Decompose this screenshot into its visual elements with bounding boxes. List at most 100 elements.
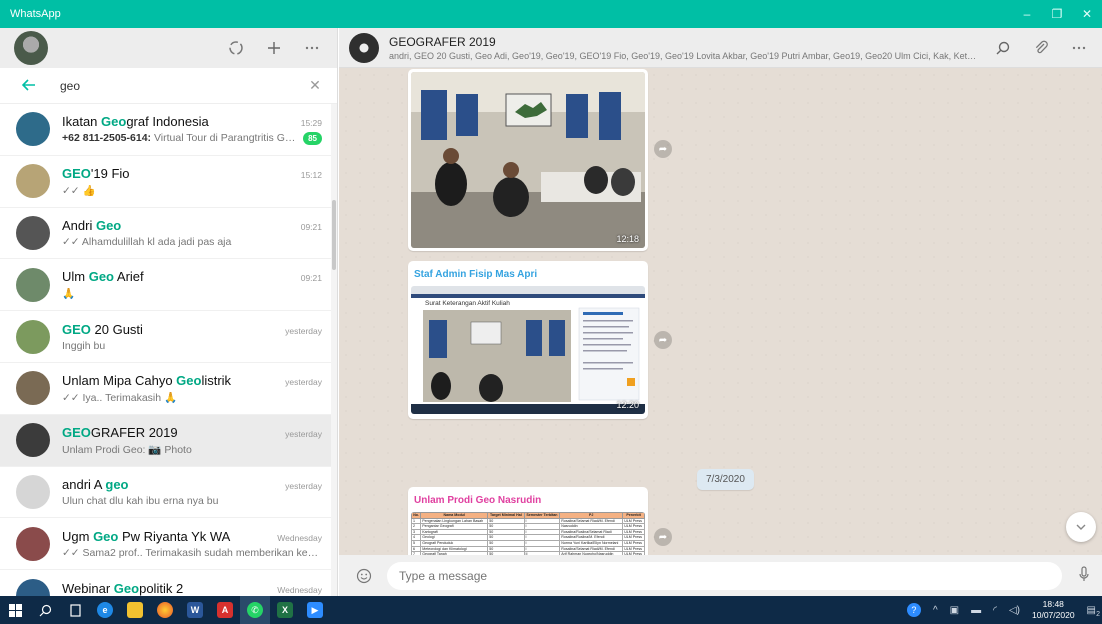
restore-button[interactable]: ❐: [1042, 0, 1072, 28]
chat-list-item[interactable]: Ikatan Geograf Indonesia 15:29 +62 811-2…: [0, 104, 332, 156]
chat-time: Wednesday: [277, 584, 322, 595]
chat-list: Ikatan Geograf Indonesia 15:29 +62 811-2…: [0, 104, 332, 596]
chat-avatar[interactable]: [16, 319, 50, 354]
chat-avatar[interactable]: [16, 526, 50, 561]
search-input[interactable]: [52, 78, 305, 93]
image-message[interactable]: Staf Admin Fisip Mas Apri Surat Keterang…: [408, 261, 648, 419]
notification-icon[interactable]: ▤ 2: [1081, 605, 1102, 618]
message-photo[interactable]: Surat Keterangan Aktif Kuliah 12:20: [411, 286, 645, 414]
chat-avatar[interactable]: [16, 371, 50, 406]
paperclip-icon[interactable]: [1026, 33, 1056, 63]
chat-name: Andri Geo: [62, 217, 122, 233]
chat-meta: Webinar Geopolitik 2 Wednesday +62 853-4…: [62, 581, 332, 596]
chat-meta: GEOGRAFER 2019 yesterday Unlam Prodi Geo…: [62, 425, 332, 456]
chat-list-item[interactable]: Webinar Geopolitik 2 Wednesday +62 853-4…: [0, 570, 332, 596]
chat-preview: ✓✓ Sama2 prof.. Terimakasih sudah member…: [62, 546, 322, 559]
chat-time: yesterday: [285, 376, 322, 387]
word-icon[interactable]: W: [180, 596, 210, 624]
help-icon[interactable]: ?: [901, 603, 927, 617]
minimize-button[interactable]: –: [1012, 0, 1042, 28]
chat-avatar[interactable]: [16, 578, 50, 596]
group-info[interactable]: GEOGRAFER 2019 andri, GEO 20 Gusti, Geo …: [389, 35, 980, 61]
wifi-icon[interactable]: ◜: [987, 605, 1003, 616]
close-button[interactable]: ✕: [1072, 0, 1102, 28]
chat-avatar[interactable]: [16, 267, 50, 302]
conversation-header[interactable]: GEOGRAFER 2019 andri, GEO 20 Gusti, Geo …: [339, 28, 1102, 68]
edge-icon[interactable]: e: [90, 596, 120, 624]
chat-avatar[interactable]: [16, 474, 50, 509]
forward-icon[interactable]: ➦: [654, 331, 672, 349]
chat-list-item[interactable]: andri A geo yesterday Ulun chat dlu kah …: [0, 467, 332, 519]
microphone-icon[interactable]: [1074, 566, 1094, 585]
chevron-up-icon[interactable]: ^: [927, 605, 944, 616]
clock[interactable]: 18:48 10/07/2020: [1026, 599, 1081, 621]
table-cell: Norma Yuni Kartika/Eliyn Normelani: [559, 540, 624, 547]
battery-icon[interactable]: ▬: [965, 605, 987, 616]
group-avatar[interactable]: [349, 32, 379, 63]
chat-time: 09:21: [300, 273, 322, 284]
chat-list-item[interactable]: GEOGRAFER 2019 yesterday Unlam Prodi Geo…: [0, 414, 332, 467]
table-cell: ULM Press: [622, 517, 645, 525]
chat-preview: Ulun chat dlu kah ibu erna nya bu: [62, 494, 219, 507]
chat-list-item[interactable]: Ulm Geo Arief 09:21 🙏: [0, 259, 332, 312]
chat-avatar[interactable]: [16, 164, 50, 199]
back-arrow-icon[interactable]: [21, 76, 52, 96]
task-view-icon[interactable]: [60, 596, 90, 624]
message-sender: Unlam Prodi Geo Nasrudin: [414, 495, 542, 506]
message-input[interactable]: [387, 561, 1062, 590]
status-icon[interactable]: [221, 33, 251, 63]
more-icon[interactable]: [297, 33, 327, 63]
windows-start-icon[interactable]: [0, 596, 30, 624]
acrobat-icon[interactable]: A: [210, 596, 240, 624]
excel-icon[interactable]: X: [270, 596, 300, 624]
emoji-icon[interactable]: [353, 565, 375, 587]
volume-icon[interactable]: ◁): [1003, 605, 1026, 616]
table-header: Semester Terbitan: [523, 512, 561, 519]
firefox-icon[interactable]: [150, 596, 180, 624]
clock-date: 10/07/2020: [1032, 610, 1075, 620]
chat-preview: ✓✓ 👍: [62, 184, 96, 197]
chat-avatar[interactable]: [16, 423, 50, 458]
chat-list-item[interactable]: Unlam Mipa Cahyo Geolistrik yesterday ✓✓…: [0, 363, 332, 415]
profile-avatar[interactable]: [14, 31, 48, 65]
forward-icon[interactable]: ➦: [654, 528, 672, 546]
message-area[interactable]: 12:18 ➦ Staf Admin Fisip Mas Apri Surat …: [339, 68, 1102, 582]
chat-preview: ✓✓ Iya.. Terimakasih 🙏: [62, 391, 178, 404]
whatsapp-icon[interactable]: ✆: [240, 596, 270, 624]
chat-list-item[interactable]: GEO'19 Fio 15:12 ✓✓ 👍: [0, 156, 332, 208]
table-cell: ULM Press: [622, 528, 645, 536]
clock-time: 18:48: [1042, 599, 1064, 609]
chat-name: Ugm Geo Pw Riyanta Yk WA: [62, 528, 231, 544]
chat-list-item[interactable]: Andri Geo 09:21 ✓✓ Alhamdulillah kl ada …: [0, 208, 332, 260]
tray-app-icon[interactable]: ▣: [944, 605, 965, 616]
search-icon[interactable]: [30, 596, 60, 624]
file-explorer-icon[interactable]: [120, 596, 150, 624]
image-message[interactable]: 12:18: [408, 69, 648, 251]
chat-avatar[interactable]: [16, 215, 50, 250]
notification-count: 2: [1096, 610, 1100, 618]
plus-icon[interactable]: [259, 33, 289, 63]
chat-list-item[interactable]: GEO 20 Gusti yesterday Inggih bu: [0, 311, 332, 363]
group-name: GEOGRAFER 2019: [389, 34, 496, 49]
chat-list-scrollbar[interactable]: [331, 104, 337, 596]
forward-icon[interactable]: ➦: [654, 140, 672, 158]
chat-name: GEOGRAFER 2019: [62, 424, 178, 440]
chat-avatar[interactable]: [16, 112, 50, 147]
message-photo[interactable]: 12:18: [411, 72, 645, 248]
scroll-down-button[interactable]: [1066, 512, 1096, 542]
more-icon[interactable]: [1064, 33, 1094, 63]
chat-name: andri A geo: [62, 476, 129, 492]
chat-preview: +62 811-2505-614: Virtual Tour di Parang…: [62, 132, 300, 145]
chat-time: yesterday: [285, 325, 322, 336]
table-cell: ULM Press: [622, 534, 645, 541]
chat-meta: GEO 20 Gusti yesterday Inggih bu: [62, 322, 332, 352]
chat-meta: Andri Geo 09:21 ✓✓ Alhamdulillah kl ada …: [62, 218, 332, 248]
clear-search-icon[interactable]: ✕: [305, 77, 325, 94]
scrollbar-thumb[interactable]: [332, 200, 336, 270]
search-icon[interactable]: [988, 33, 1018, 63]
system-tray: ? ^ ▣ ▬ ◜ ◁) 18:48 10/07/2020 ▤ 2: [901, 599, 1102, 621]
zoom-icon[interactable]: ▶: [300, 596, 330, 624]
table-cell: Rosalina/Selamat Riadi/M. Efendi: [559, 517, 624, 525]
chat-list-item[interactable]: Ugm Geo Pw Riyanta Yk WA Wednesday ✓✓ Sa…: [0, 518, 332, 571]
chat-time: yesterday: [285, 428, 322, 439]
